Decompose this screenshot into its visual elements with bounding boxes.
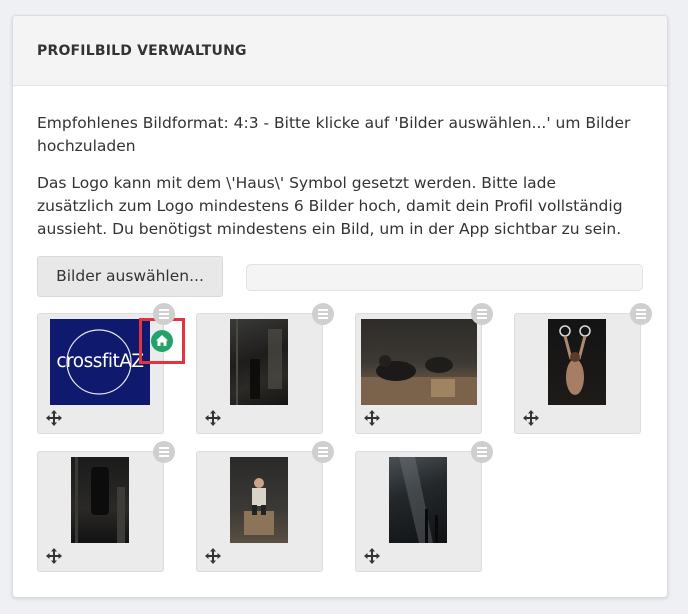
image-tile[interactable] <box>37 441 175 572</box>
image-thumbnail <box>361 319 477 405</box>
home-icon[interactable] <box>151 330 173 352</box>
select-images-button[interactable]: Bilder auswählen... <box>37 256 223 297</box>
move-icon[interactable] <box>522 409 540 427</box>
menu-icon[interactable] <box>312 303 334 325</box>
image-tile[interactable] <box>514 303 652 434</box>
image-thumbnail <box>230 457 288 543</box>
image-tile[interactable] <box>196 303 334 434</box>
image-thumbnail <box>71 457 129 543</box>
panel-title: PROFILBILD VERWALTUNG <box>37 43 247 59</box>
image-thumbnail <box>230 319 288 405</box>
image-tile[interactable] <box>355 441 493 572</box>
upload-progress-bar <box>246 264 643 291</box>
image-thumbnail <box>548 319 606 405</box>
format-hint: Empfohlenes Bildformat: 4:3 - Bitte klic… <box>37 114 631 155</box>
menu-icon[interactable] <box>630 303 652 325</box>
image-tile-logo[interactable]: crossfitAZ <box>37 303 185 434</box>
menu-icon[interactable] <box>153 303 175 325</box>
move-icon[interactable] <box>363 547 381 565</box>
menu-icon[interactable] <box>471 303 493 325</box>
menu-icon[interactable] <box>312 441 334 463</box>
image-thumbnail <box>389 457 447 543</box>
move-icon[interactable] <box>45 409 63 427</box>
move-icon[interactable] <box>363 409 381 427</box>
menu-icon[interactable] <box>153 441 175 463</box>
menu-icon[interactable] <box>471 441 493 463</box>
image-tile[interactable] <box>355 303 493 434</box>
move-icon[interactable] <box>204 547 222 565</box>
move-icon[interactable] <box>45 547 63 565</box>
logo-hint: Das Logo kann mit dem \'Haus\' Symbol ge… <box>37 174 623 238</box>
panel-header: PROFILBILD VERWALTUNG <box>13 16 667 86</box>
logo-text: crossfitAZ <box>56 351 144 372</box>
image-tile[interactable] <box>196 441 334 572</box>
profile-image-panel: PROFILBILD VERWALTUNG Empfohlenes Bildfo… <box>12 15 668 598</box>
logo-thumbnail: crossfitAZ <box>50 319 150 405</box>
move-icon[interactable] <box>204 409 222 427</box>
